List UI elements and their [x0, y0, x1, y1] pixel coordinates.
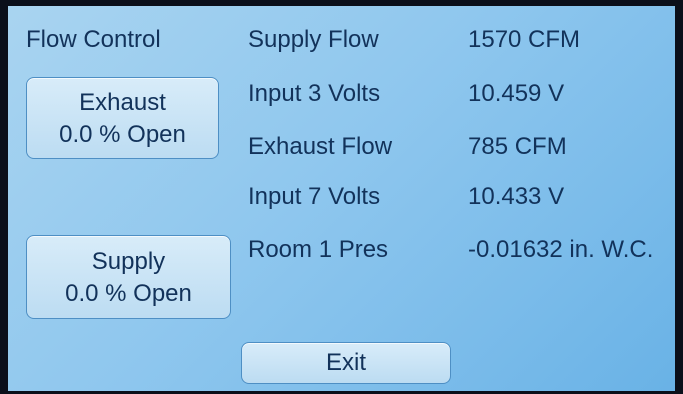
reading-name: Room 1 Pres: [248, 236, 389, 263]
exit-button[interactable]: Exit: [241, 342, 451, 384]
exhaust-button-label: Exhaust: [79, 89, 166, 116]
supply-button[interactable]: Supply 0.0 % Open: [26, 235, 231, 319]
reading-value: 785 CFM: [468, 133, 567, 160]
reading-value: -0.01632 in. W.C.: [468, 236, 654, 263]
reading-value: 10.433 V: [468, 183, 565, 210]
exit-button-label: Exit: [325, 349, 366, 376]
supply-button-label: Supply: [91, 248, 166, 275]
exhaust-button-status: 0.0 % Open: [59, 121, 186, 148]
supply-button-status: 0.0 % Open: [65, 280, 192, 307]
touch-screen: Flow Control Exhaust 0.0 % Open Supply 0…: [8, 6, 675, 391]
reading-name: Supply Flow: [248, 26, 379, 53]
reading-name: Input 3 Volts: [248, 80, 381, 107]
reading-value: 10.459 V: [468, 80, 565, 107]
reading-name: Input 7 Volts: [248, 183, 381, 210]
reading-name: Exhaust Flow: [248, 133, 393, 160]
reading-value: 1570 CFM: [468, 26, 581, 53]
screen-title: Flow Control: [26, 26, 161, 53]
exhaust-button[interactable]: Exhaust 0.0 % Open: [26, 77, 219, 159]
